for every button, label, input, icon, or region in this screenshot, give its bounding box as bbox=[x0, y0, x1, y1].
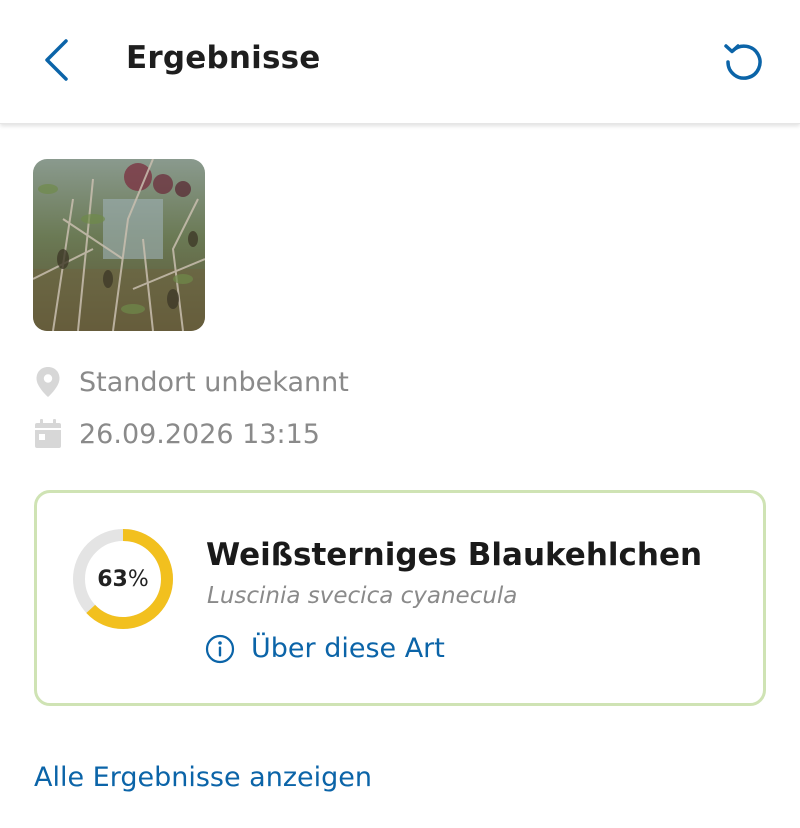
confidence-value: 63 bbox=[97, 566, 128, 592]
date-row: 26.09.2026 13:15 bbox=[33, 418, 320, 450]
info-icon bbox=[205, 634, 235, 664]
chevron-left-icon bbox=[45, 39, 68, 81]
back-button[interactable] bbox=[30, 34, 82, 86]
reset-button[interactable] bbox=[714, 34, 770, 90]
show-all-results-link[interactable]: Alle Ergebnisse anzeigen bbox=[34, 762, 372, 793]
confidence-unit: % bbox=[127, 566, 149, 592]
map-pin-icon bbox=[33, 366, 63, 398]
confidence-score: 63% bbox=[71, 527, 175, 631]
calendar-icon bbox=[33, 418, 63, 450]
datetime-text: 26.09.2026 13:15 bbox=[79, 418, 320, 450]
about-species-label: Über diese Art bbox=[251, 633, 445, 664]
about-species-link[interactable]: Über diese Art bbox=[205, 633, 445, 664]
species-latin-name: Luscinia svecica cyanecula bbox=[207, 583, 518, 609]
observation-photo[interactable] bbox=[33, 159, 205, 331]
result-card[interactable]: 63% Weißsterniges Blaukehlchen Luscinia … bbox=[34, 490, 766, 706]
page-title: Ergebnisse bbox=[126, 40, 321, 76]
species-name: Weißsterniges Blaukehlchen bbox=[206, 537, 703, 573]
location-text: Standort unbekannt bbox=[79, 366, 349, 398]
location-row: Standort unbekannt bbox=[33, 366, 349, 398]
reset-icon bbox=[724, 44, 762, 80]
top-app-bar: Ergebnisse bbox=[0, 0, 800, 124]
photo-image bbox=[33, 159, 205, 331]
